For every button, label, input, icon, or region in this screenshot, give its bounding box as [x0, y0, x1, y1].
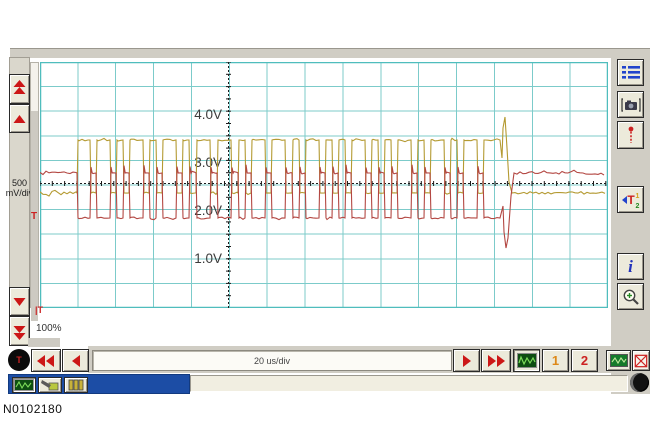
double-down-arrow-icon [12, 321, 27, 341]
camera-icon [621, 97, 641, 113]
double-left-arrow-icon [36, 354, 56, 368]
close-button[interactable] [632, 350, 650, 371]
scale-up-button[interactable] [9, 104, 30, 133]
trigger-settings-button[interactable]: T 1 2 [617, 186, 644, 213]
probe-tool-button[interactable] [38, 377, 62, 393]
waveform-screen-icon [14, 379, 34, 391]
info-icon: i [628, 258, 633, 275]
capture-screen-button[interactable] [606, 350, 631, 371]
trigger-mode-label: T [16, 355, 22, 365]
zoom-button[interactable] [617, 283, 644, 310]
trigger-mode-button[interactable]: T [8, 349, 30, 371]
zoom-in-icon [622, 288, 640, 306]
channel-2-label: 2 [581, 353, 588, 368]
waveform-screen-icon [610, 354, 628, 367]
scale-down-fast-button[interactable] [9, 316, 30, 346]
scope-display[interactable]: 4.0V 3.0V 2.0V 1.0V [40, 62, 608, 308]
snapshot-button[interactable] [617, 91, 644, 118]
double-up-arrow-icon [12, 79, 27, 99]
panel-top-divider [10, 48, 650, 59]
zoom-percent-label: 100% [36, 323, 62, 334]
down-arrow-icon [12, 296, 27, 308]
scale-up-fast-button[interactable] [9, 74, 30, 104]
scope-view-button[interactable] [513, 349, 540, 372]
svg-text:1: 1 [635, 193, 639, 200]
svg-text:2: 2 [635, 203, 639, 210]
right-arrow-icon [461, 354, 473, 368]
library-button[interactable] [64, 377, 88, 393]
status-message-area [190, 375, 628, 392]
list-menu-icon [622, 65, 640, 81]
status-bar [8, 374, 190, 394]
voltage-label-4v: 4.0V [194, 107, 222, 122]
trigger-level-marker[interactable]: T [31, 212, 37, 221]
info-button[interactable]: i [617, 253, 644, 280]
cursor-probe-icon [623, 125, 639, 145]
timebase-scrollbar[interactable]: 20 us/div [92, 350, 452, 371]
channel-2-button[interactable]: 2 [571, 349, 598, 372]
close-x-icon [634, 354, 648, 368]
channel-1-button[interactable]: 1 [542, 349, 569, 372]
grid-lines [40, 62, 608, 308]
timebase-label: 20 us/div [254, 356, 290, 366]
cursor-button[interactable] [617, 121, 644, 149]
scale-down-button[interactable] [9, 287, 30, 316]
binder-files-icon [67, 379, 85, 391]
figure-number-label: N0102180 [3, 402, 62, 416]
scroll-left-button[interactable] [62, 349, 89, 372]
voltage-label-1v: 1.0V [194, 251, 222, 266]
left-arrow-icon [70, 354, 82, 368]
scope-app-button[interactable] [12, 377, 36, 393]
channel-1-label: 1 [552, 353, 559, 368]
trigger-time-marker[interactable]: |T [35, 306, 43, 315]
double-right-arrow-icon [486, 354, 506, 368]
menu-list-button[interactable] [617, 59, 644, 86]
contrast-circle-icon[interactable] [630, 373, 649, 392]
up-arrow-icon [12, 113, 27, 125]
svg-text:T: T [627, 193, 635, 207]
corner-block [28, 338, 60, 347]
scroll-right-fast-button[interactable] [481, 349, 511, 372]
trigger-setup-icon: T 1 2 [621, 190, 641, 210]
trace-offset-scrollbar[interactable] [30, 62, 39, 308]
scroll-right-button[interactable] [453, 349, 480, 372]
scroll-left-fast-button[interactable] [31, 349, 61, 372]
waveform-screen-icon [517, 353, 537, 368]
hand-tool-icon [40, 379, 60, 391]
